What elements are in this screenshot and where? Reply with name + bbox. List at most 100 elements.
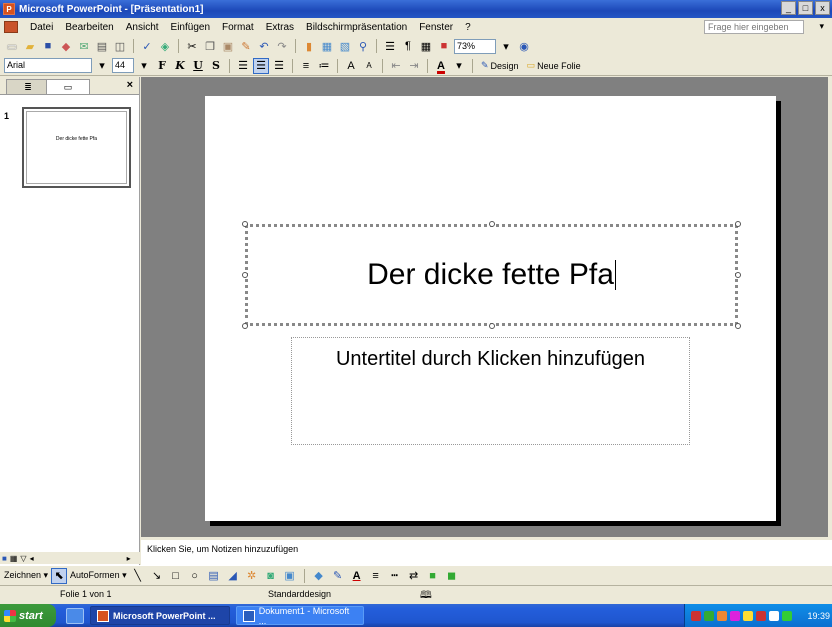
arrow-style-icon[interactable]: ⇄	[406, 568, 422, 584]
bullets-icon[interactable]: ≔	[316, 58, 332, 74]
menu-help[interactable]: ?	[459, 22, 477, 33]
resize-handle[interactable]	[242, 272, 248, 278]
design-button[interactable]: ✎ Design	[478, 60, 522, 71]
print-icon[interactable]: ▤	[94, 38, 110, 54]
permission-icon[interactable]: ◆	[58, 38, 74, 54]
tray-icon[interactable]	[769, 610, 779, 621]
font-size-select[interactable]: 44	[112, 58, 134, 73]
underline-button[interactable]: U	[190, 59, 206, 72]
dash-style-icon[interactable]: ┅	[387, 568, 403, 584]
close-button[interactable]: x	[815, 1, 830, 15]
autoshapes-menu[interactable]: AutoFormen ▾	[70, 570, 127, 581]
align-right-icon[interactable]: ☰	[271, 58, 287, 74]
powerpoint-app-icon[interactable]: P	[3, 3, 15, 15]
zoom-select[interactable]: 73%	[454, 38, 496, 54]
font-color-icon[interactable]: A	[433, 58, 449, 74]
menu-fenster[interactable]: Fenster	[413, 22, 459, 33]
insert-table-icon[interactable]: ▦	[319, 38, 335, 54]
scroll-right-icon[interactable]: ▸	[127, 554, 131, 563]
menu-einfuegen[interactable]: Einfügen	[165, 22, 216, 33]
open-icon[interactable]: ▰	[22, 38, 38, 54]
slide-sorter-icon[interactable]: ▦	[10, 554, 18, 563]
normal-view-icon[interactable]: ■	[2, 554, 7, 563]
slide-canvas[interactable]: Der dicke fette Pfa Untertitel durch Kli…	[205, 96, 776, 521]
print-preview-icon[interactable]: ◫	[112, 38, 128, 54]
tray-icon[interactable]	[743, 610, 753, 621]
tab-slides[interactable]: ▭	[46, 79, 90, 94]
select-objects-icon[interactable]: ⬉	[51, 567, 68, 584]
align-center-icon[interactable]: ☰	[253, 57, 269, 74]
slide-title-text[interactable]: Der dicke fette Pfa	[367, 258, 614, 292]
menu-bildschirmpraesentation[interactable]: Bildschirmpräsentation	[300, 22, 413, 33]
oval-icon[interactable]: ○	[187, 568, 203, 584]
resize-handle[interactable]	[489, 221, 495, 227]
spelling-icon[interactable]: ✓	[139, 38, 155, 54]
menu-ansicht[interactable]: Ansicht	[120, 22, 165, 33]
scroll-left-icon[interactable]: ◂	[30, 554, 34, 563]
resize-handle[interactable]	[735, 272, 741, 278]
resize-handle[interactable]	[242, 221, 248, 227]
insert-hyperlink-icon[interactable]: ⚲	[355, 38, 371, 54]
tray-icon[interactable]	[691, 610, 701, 621]
tables-borders-icon[interactable]: ▧	[337, 38, 353, 54]
line-icon[interactable]: ╲	[130, 568, 146, 584]
fill-color-icon[interactable]: ◆	[311, 568, 327, 584]
resize-handle[interactable]	[489, 323, 495, 329]
shadow-style-icon[interactable]: ■	[425, 568, 441, 584]
help-icon[interactable]: ◉	[516, 38, 532, 54]
tray-icon[interactable]	[704, 610, 714, 621]
help-search-input[interactable]: Frage hier eingeben	[704, 20, 804, 34]
font-name-select[interactable]: Arial	[4, 58, 92, 73]
menu-bearbeiten[interactable]: Bearbeiten	[59, 22, 119, 33]
menu-format[interactable]: Format	[216, 22, 260, 33]
new-slide-button[interactable]: ▭ Neue Folie	[524, 60, 584, 71]
draw-menu[interactable]: Zeichnen ▾	[4, 570, 48, 581]
line-style-icon[interactable]: ≡	[368, 568, 384, 584]
rectangle-icon[interactable]: □	[168, 568, 184, 584]
resize-handle[interactable]	[242, 323, 248, 329]
save-icon[interactable]: ■	[40, 38, 56, 54]
numbering-icon[interactable]: ≡	[298, 58, 314, 74]
shadow-button[interactable]: S	[208, 59, 224, 72]
redo-icon[interactable]: ↷	[274, 38, 290, 54]
show-formatting-icon[interactable]: ¶	[400, 38, 416, 54]
quick-launch-ie-icon[interactable]	[66, 607, 84, 624]
title-placeholder[interactable]: Der dicke fette Pfa	[242, 221, 741, 329]
slide-thumbnail[interactable]: Der dicke fette Pfa	[22, 107, 131, 188]
size-dropdown-icon[interactable]: ▾	[136, 58, 152, 74]
email-icon[interactable]: ✉	[76, 38, 92, 54]
3d-style-icon[interactable]: ◼	[444, 568, 460, 584]
spelling-status-icon[interactable]: 🕮	[420, 588, 432, 605]
show-grid-icon[interactable]: ▦	[418, 38, 434, 54]
document-icon[interactable]	[4, 21, 18, 33]
menu-datei[interactable]: Datei	[24, 22, 59, 33]
research-icon[interactable]: ◈	[157, 38, 173, 54]
expand-all-icon[interactable]: ☰	[382, 38, 398, 54]
task-word[interactable]: Dokument1 - Microsoft ...	[236, 606, 364, 626]
tab-outline[interactable]: ≣	[6, 79, 50, 94]
maximize-button[interactable]: □	[798, 1, 813, 15]
tray-icon[interactable]	[782, 610, 792, 621]
clipart-icon[interactable]: ◙	[263, 568, 279, 584]
font-dropdown-icon[interactable]: ▾	[94, 58, 110, 74]
copy-icon[interactable]: ❐	[202, 38, 218, 54]
subtitle-placeholder[interactable]: Untertitel durch Klicken hinzufügen	[291, 337, 690, 445]
tray-icon[interactable]	[717, 610, 727, 621]
vertical-scrollbar[interactable]	[828, 77, 832, 537]
arrow-icon[interactable]: ↘	[149, 568, 165, 584]
textbox-icon[interactable]: ▤	[206, 568, 222, 584]
tray-icon[interactable]	[756, 610, 766, 621]
paste-icon[interactable]: ▣	[220, 38, 236, 54]
notes-pane[interactable]: Klicken Sie, um Notizen hinzuzufügen	[141, 537, 832, 565]
menu-extras[interactable]: Extras	[260, 22, 300, 33]
wordart-icon[interactable]: ◢	[225, 568, 241, 584]
insert-chart-icon[interactable]: ▮	[301, 38, 317, 54]
decrease-font-icon[interactable]: A	[361, 58, 377, 74]
font-color-draw-icon[interactable]: A	[349, 568, 365, 584]
font-color-dropdown-icon[interactable]: ▾	[451, 58, 467, 74]
undo-icon[interactable]: ↶	[256, 38, 272, 54]
new-icon[interactable]: ▭	[4, 38, 20, 54]
increase-indent-icon[interactable]: ⇥	[406, 58, 422, 74]
increase-font-icon[interactable]: A	[343, 58, 359, 74]
bold-button[interactable]: F	[154, 59, 170, 72]
